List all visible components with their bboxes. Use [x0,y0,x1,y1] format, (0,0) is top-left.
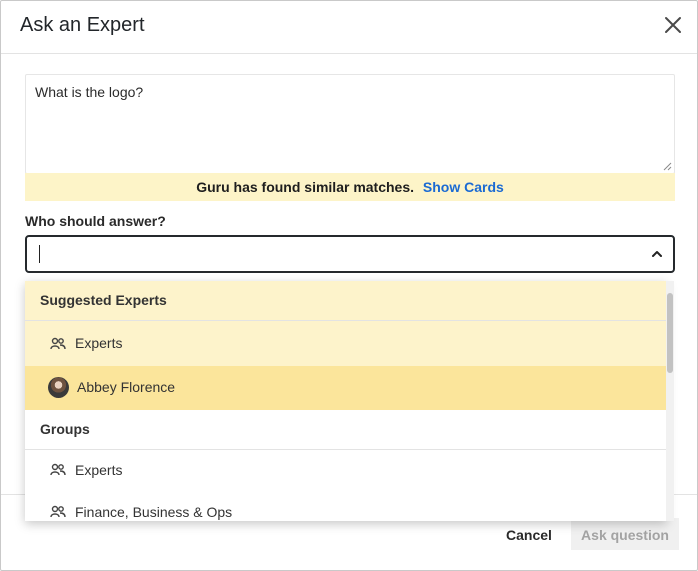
text-cursor [39,245,40,263]
group-item-experts[interactable]: Experts [25,450,667,490]
avatar [48,377,69,398]
close-button[interactable] [661,13,685,37]
dialog-header: Ask an Expert [1,1,697,54]
who-should-answer-label: Who should answer? [25,213,166,229]
cancel-button[interactable]: Cancel [495,518,563,550]
suggested-item-label: Experts [75,335,123,351]
resize-grip-icon[interactable] [663,162,672,171]
show-cards-link[interactable]: Show Cards [423,179,504,195]
suggested-item-abbey-florence[interactable]: Abbey Florence [25,366,667,410]
group-item-label: Experts [75,462,123,478]
chevron-up-icon[interactable] [649,246,665,262]
group-icon [49,503,67,521]
group-icon [49,335,67,353]
who-should-answer-input[interactable] [25,235,675,273]
suggested-experts-header: Suggested Experts [25,281,667,321]
scrollbar-thumb[interactable] [667,293,673,373]
suggested-item-experts[interactable]: Experts [25,321,667,366]
suggested-item-label: Abbey Florence [77,379,176,395]
dropdown-scrollbar[interactable] [666,281,674,521]
group-icon [49,461,67,479]
expert-dropdown: Suggested Experts Experts Abbey Florence… [25,281,667,521]
ask-question-button[interactable]: Ask question [571,518,679,550]
question-input[interactable] [26,75,674,173]
question-box [25,74,675,174]
close-icon [665,17,681,33]
group-item-finance-business-ops[interactable]: Finance, Business & Ops [25,490,667,521]
similar-matches-notice: Guru has found similar matches. Show Car… [25,173,675,201]
group-item-label: Finance, Business & Ops [75,504,233,520]
dialog-title: Ask an Expert [20,14,145,36]
notice-message: Guru has found similar matches. [196,179,415,195]
groups-header: Groups [25,410,667,450]
